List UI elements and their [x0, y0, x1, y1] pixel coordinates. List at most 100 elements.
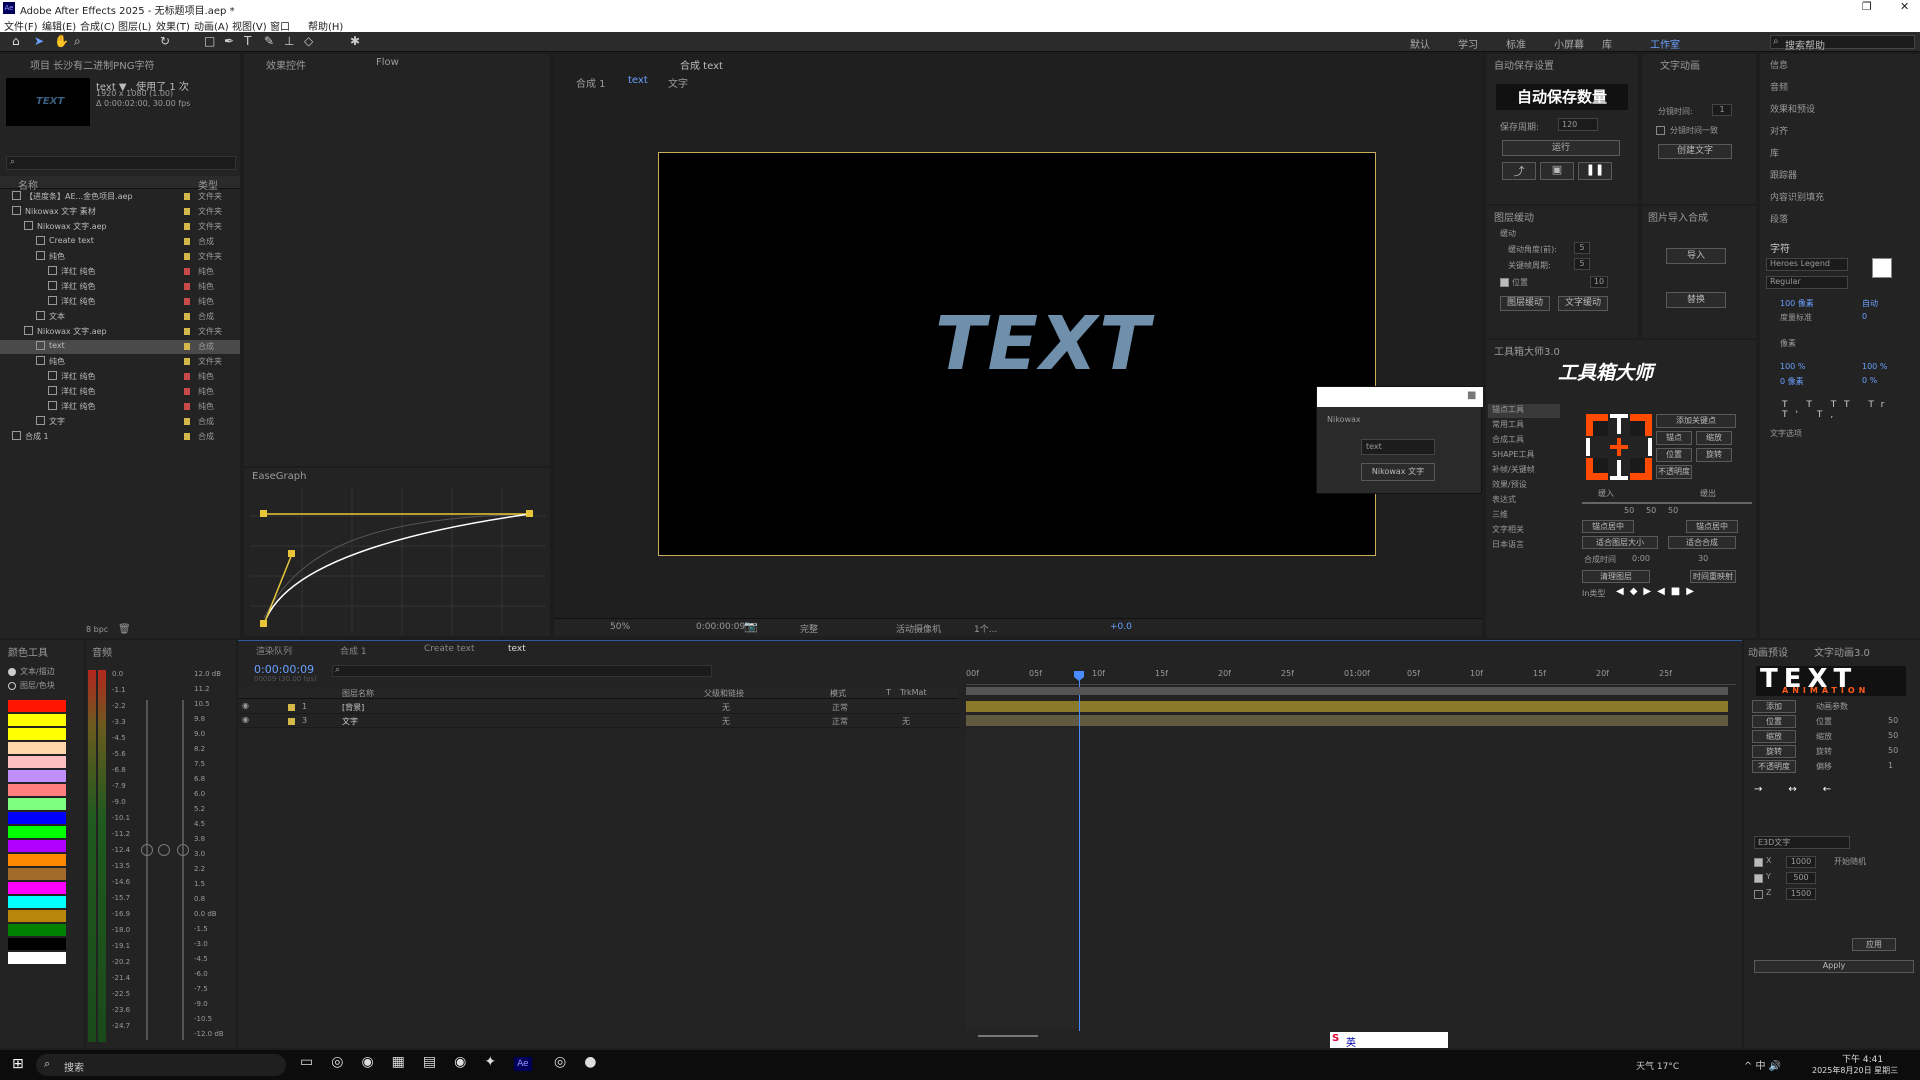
project-item[interactable]: 【进度条】AE...金色项目.aep 文件夹 [0, 190, 240, 204]
toolbox-btn[interactable]: 旋转 [1696, 448, 1732, 462]
toolbox-btn[interactable]: 位置 [1656, 448, 1692, 462]
workspace-tab[interactable]: 标准 [1506, 36, 1526, 51]
apply-button[interactable]: Apply [1754, 960, 1914, 973]
toolbox-category[interactable]: 锚点工具 [1488, 404, 1560, 418]
maximize-icon[interactable]: ❐ [1862, 0, 1872, 13]
right-panel-item[interactable]: 段落 [1770, 212, 1788, 225]
layer-mode[interactable]: 正常 [832, 716, 848, 727]
layer-parent[interactable]: 无 [722, 716, 730, 727]
tsume-value[interactable]: 0 % [1862, 376, 1877, 385]
text-style-buttons[interactable]: T T TT Tr T' T, [1782, 400, 1912, 420]
project-item[interactable]: 洋红 纯色 纯色 [0, 370, 240, 384]
start-random-label[interactable]: 开始随机 [1834, 856, 1866, 867]
playhead[interactable] [1079, 671, 1080, 1031]
project-item[interactable]: 文本 合成 [0, 310, 240, 324]
project-item[interactable]: 洋红 纯色 纯色 [0, 265, 240, 279]
layer-trkmat[interactable]: 无 [902, 716, 910, 727]
color-swatch[interactable] [8, 854, 66, 866]
audio-knob-mid[interactable] [158, 844, 170, 856]
clean-layers-button[interactable]: 清理图层 [1582, 570, 1650, 583]
tracking-value[interactable]: 0 [1862, 312, 1867, 321]
audio-knob-right[interactable] [177, 844, 189, 856]
right-panel-item[interactable]: 信息 [1770, 58, 1788, 71]
eraser-tool-icon[interactable]: ◇ [304, 34, 313, 48]
anim-val[interactable]: 50 [1888, 746, 1898, 755]
right-panel-item[interactable]: 跟踪器 [1770, 168, 1797, 181]
quality-dropdown[interactable]: 完整 [800, 622, 818, 635]
font-dropdown[interactable]: Heroes Legend [1766, 258, 1848, 271]
project-search-input[interactable]: ⌕ [6, 156, 236, 170]
easing-v2[interactable]: 5 [1574, 242, 1590, 254]
breadcrumb-1[interactable]: 合成 1 [576, 75, 606, 90]
help-search[interactable]: ⌕ 搜索帮助 [1770, 35, 1915, 52]
easing-title[interactable]: 图层缓动 [1494, 209, 1534, 224]
ease-slider[interactable] [1582, 502, 1752, 504]
exposure-value[interactable]: +0.0 [1110, 622, 1132, 632]
timeline-tab[interactable]: Create text [424, 644, 475, 654]
toolbox-category[interactable]: SHAPE工具 [1488, 449, 1560, 463]
anim-val[interactable]: 1 [1888, 761, 1893, 770]
canvas-text[interactable]: TEXT [935, 301, 1152, 387]
taskbar-search[interactable]: ⌕ 搜索 [36, 1054, 286, 1076]
breadcrumb-2[interactable]: text [628, 75, 648, 86]
project-item[interactable]: 纯色 文件夹 [0, 355, 240, 369]
project-item[interactable]: Nikowax 文字.aep 文件夹 [0, 325, 240, 339]
trash-icon[interactable]: 🗑 [118, 624, 131, 635]
zoom-tool-icon[interactable]: ⌕ [74, 34, 81, 49]
comp-time-value[interactable]: 0:00 [1632, 554, 1650, 563]
start-icon[interactable]: ⊞ [12, 1056, 24, 1072]
baseline-value[interactable]: 0 像素 [1780, 376, 1804, 387]
project-item[interactable]: 洋红 纯色 纯色 [0, 280, 240, 294]
color-swatch[interactable] [8, 910, 66, 922]
font-size-value[interactable]: 100 像素 [1780, 298, 1814, 309]
text-tool-icon[interactable]: T [244, 34, 251, 48]
comp-timecode[interactable]: 0:00:00:09 [696, 622, 745, 632]
right-panel-item[interactable]: 效果和预设 [1770, 102, 1815, 115]
ime-lang[interactable]: 英 [1346, 1034, 1356, 1049]
project-item[interactable]: 文字 合成 [0, 415, 240, 429]
mode-dropdown[interactable]: E3D文字 [1754, 836, 1850, 849]
style-dropdown[interactable]: Regular [1766, 276, 1848, 289]
col-parent[interactable]: 父级和链接 [704, 688, 744, 699]
anim-btn[interactable]: 缩放 [1752, 730, 1796, 743]
layer-easing-button[interactable]: 图层缓动 [1500, 296, 1550, 311]
weather[interactable]: 天气 17°C [1636, 1059, 1679, 1072]
audio-slider-right[interactable] [182, 700, 184, 1040]
track-2-bar[interactable] [966, 715, 1728, 726]
y-input[interactable]: 500 [1786, 872, 1816, 884]
eye-icon[interactable]: ◉ [242, 715, 249, 724]
project-panel-title[interactable]: 项目 长沙有二进制PNG字符 [30, 57, 154, 72]
units-dropdown[interactable]: 像素 [1780, 338, 1796, 349]
toolbox-category[interactable]: 三维 [1488, 509, 1560, 523]
layer-name[interactable]: [背景] [342, 702, 364, 713]
right-panel-item[interactable]: 内容识别填充 [1770, 190, 1824, 203]
workspace-tab[interactable]: 学习 [1458, 36, 1478, 51]
menu-item[interactable]: 合成(C) [80, 18, 115, 33]
color-swatch[interactable] [8, 840, 66, 852]
anim-btn[interactable]: 旋转 [1752, 745, 1796, 758]
project-item[interactable]: 洋红 纯色 纯色 [0, 400, 240, 414]
toolbox-category[interactable]: 日本语言 [1488, 539, 1560, 553]
col-t[interactable]: T [886, 688, 891, 697]
menu-item[interactable]: 编辑(E) [42, 18, 76, 33]
anchor-center-button[interactable]: 锚点居中 [1582, 520, 1634, 533]
menu-item[interactable]: 窗口 [270, 18, 290, 33]
toolbox-panel-title[interactable]: 工具箱大师3.0 [1494, 343, 1560, 358]
import-button[interactable]: 导入 [1666, 248, 1726, 264]
nikowax-titlebar[interactable]: ■ [1317, 387, 1483, 407]
close-icon[interactable]: ■ [1467, 390, 1476, 401]
autosave-run-button[interactable]: 运行 [1502, 140, 1620, 156]
toolbox-category[interactable]: 合成工具 [1488, 434, 1560, 448]
workspace-tab[interactable]: 默认 [1410, 36, 1430, 51]
toolbox-category[interactable]: 文字相关 [1488, 524, 1560, 538]
color-swatch[interactable] [8, 882, 66, 894]
color-swatch[interactable] [8, 924, 66, 936]
menu-item[interactable]: 帮助(H) [308, 18, 343, 33]
audio-knob-left[interactable] [141, 844, 153, 856]
color-swatch[interactable] [8, 868, 66, 880]
color-tool-title[interactable]: 颜色工具 [8, 644, 48, 659]
toolbox-btn[interactable]: 缩放 [1696, 431, 1732, 445]
replace-button[interactable]: 替换 [1666, 292, 1726, 308]
nikowax-create-button[interactable]: Nikowax 文字 [1361, 463, 1435, 481]
color-swatch[interactable] [8, 742, 66, 754]
